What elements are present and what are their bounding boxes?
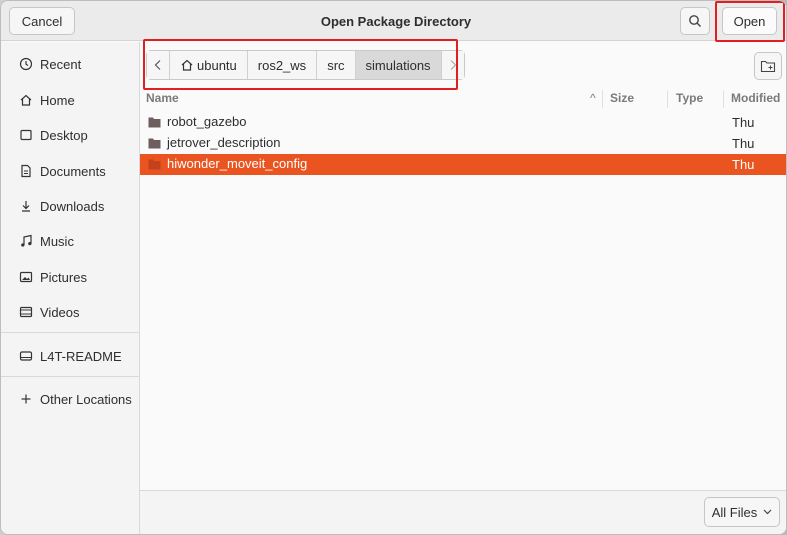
drive-icon: [18, 348, 34, 364]
folder-icon: [148, 117, 161, 127]
path-bar-highlight: [143, 39, 458, 90]
column-size[interactable]: Size: [610, 91, 634, 105]
sidebar-item-videos[interactable]: Videos: [1, 297, 139, 327]
file-modified: Thu: [732, 157, 755, 172]
sidebar-item-label: Downloads: [40, 198, 105, 214]
file-modified: Thu: [732, 115, 755, 130]
sidebar-item-documents[interactable]: Documents: [1, 156, 139, 186]
open-button-highlight: [715, 1, 785, 42]
new-folder-icon: [760, 60, 776, 73]
sidebar-item-pictures[interactable]: Pictures: [1, 262, 139, 292]
dialog-footer: [140, 490, 786, 534]
sidebar-item-other-locations[interactable]: Other Locations: [1, 384, 139, 414]
column-name[interactable]: Name: [146, 91, 179, 105]
video-icon: [18, 304, 34, 320]
sidebar-separator: [1, 332, 139, 333]
file-name: robot_gazebo: [167, 114, 247, 129]
music-icon: [18, 233, 34, 249]
file-row-selected[interactable]: hiwonder_moveit_config Thu: [140, 154, 786, 175]
column-modified[interactable]: Modified: [731, 91, 780, 105]
chevron-down-icon: [763, 509, 772, 515]
cancel-button[interactable]: Cancel: [9, 7, 75, 35]
search-button[interactable]: [680, 7, 710, 35]
sort-up-icon: ^: [590, 91, 596, 105]
sidebar-item-downloads[interactable]: Downloads: [1, 191, 139, 221]
desktop-icon: [18, 127, 34, 143]
column-type[interactable]: Type: [676, 91, 703, 105]
column-divider: [602, 90, 603, 108]
file-modified: Thu: [732, 136, 755, 151]
sidebar-item-music[interactable]: Music: [1, 226, 139, 256]
file-row[interactable]: jetrover_description Thu: [140, 133, 786, 154]
picture-icon: [18, 269, 34, 285]
file-name-cell: robot_gazebo: [148, 114, 247, 129]
sidebar-item-l4t-readme[interactable]: L4T-README: [1, 341, 139, 371]
file-row[interactable]: robot_gazebo Thu: [140, 112, 786, 133]
sidebar-item-home[interactable]: Home: [1, 85, 139, 115]
sidebar-item-label: Other Locations: [40, 391, 132, 407]
folder-icon: [148, 159, 161, 169]
sidebar-item-label: L4T-README: [40, 348, 122, 364]
sidebar-separator: [1, 376, 139, 377]
folder-icon: [148, 138, 161, 148]
column-divider: [667, 90, 668, 108]
file-name-cell: hiwonder_moveit_config: [148, 156, 307, 171]
download-icon: [18, 198, 34, 214]
column-divider: [723, 90, 724, 108]
file-name: jetrover_description: [167, 135, 281, 150]
file-name: hiwonder_moveit_config: [167, 156, 308, 171]
file-name-cell: jetrover_description: [148, 135, 280, 150]
file-list-header: Name ^ Size Type Modified: [140, 90, 786, 108]
home-icon: [18, 92, 34, 108]
places-sidebar: Recent Home Desktop Documents Downloads: [1, 42, 140, 534]
search-icon: [689, 15, 701, 27]
dialog-title: Open Package Directory: [320, 13, 472, 29]
file-chooser-dialog: Cancel Open Package Directory Open Recen…: [0, 0, 787, 535]
document-icon: [18, 163, 34, 179]
sidebar-item-label: Videos: [40, 304, 80, 320]
clock-icon: [18, 56, 34, 72]
sidebar-item-recent[interactable]: Recent: [1, 49, 139, 79]
sidebar-item-label: Desktop: [40, 127, 88, 143]
header-bar: Cancel Open Package Directory Open: [1, 1, 786, 41]
sidebar-item-label: Home: [40, 92, 75, 108]
sidebar-item-label: Recent: [40, 56, 82, 72]
sidebar-item-label: Music: [40, 233, 74, 249]
plus-icon: [18, 391, 34, 407]
file-filter-dropdown[interactable]: All Files: [704, 497, 780, 527]
sidebar-item-desktop[interactable]: Desktop: [1, 120, 139, 150]
sidebar-item-label: Pictures: [40, 269, 87, 285]
filter-label: All Files: [711, 504, 758, 520]
new-folder-button[interactable]: [754, 52, 782, 80]
sidebar-item-label: Documents: [40, 163, 106, 179]
